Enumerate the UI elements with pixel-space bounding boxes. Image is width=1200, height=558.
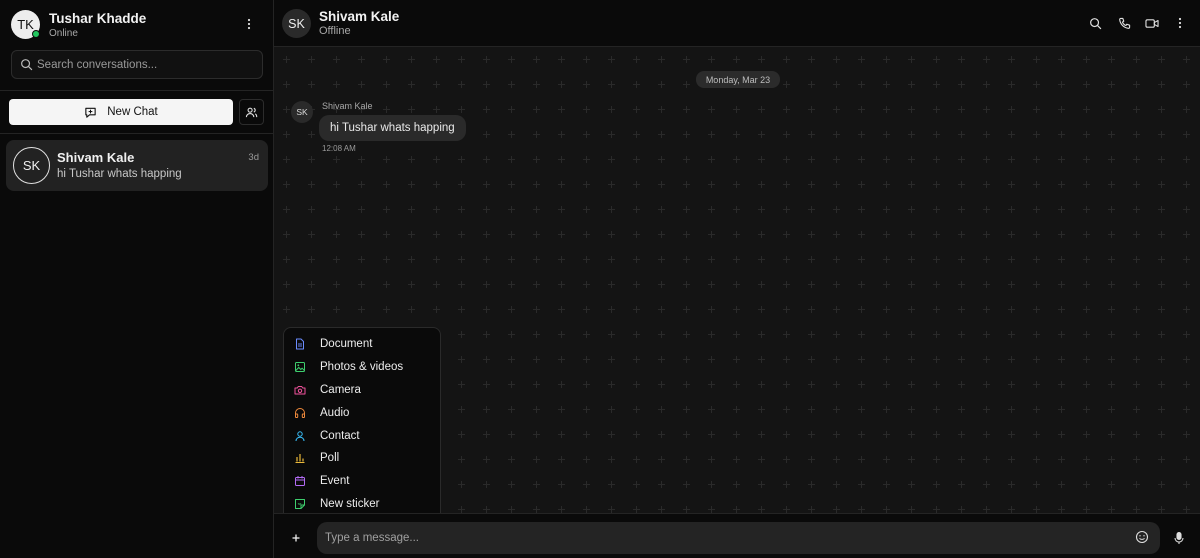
current-user: TK Tushar Khadde Online <box>11 10 263 40</box>
phone-icon <box>1118 17 1130 29</box>
attach-event-label: Event <box>320 475 350 488</box>
message-sender: Shivam Kale <box>322 101 373 111</box>
attach-document-label: Document <box>320 338 373 351</box>
more-vertical-icon <box>1178 17 1182 29</box>
attach-photos-videos-label: Photos & videos <box>320 361 404 374</box>
attach-camera[interactable]: Camera <box>284 379 440 402</box>
attach-audio-label: Audio <box>320 406 350 419</box>
conversation-name: Shivam Kale <box>57 150 135 165</box>
sidebar: TK Tushar Khadde Online New Chat SK Shiv… <box>0 0 274 558</box>
attach-new-sticker-label: New sticker <box>320 497 380 510</box>
emoji-icon[interactable] <box>1135 530 1149 544</box>
message-input[interactable] <box>317 522 1160 554</box>
message-time: 12:08 AM <box>322 144 356 153</box>
contact-status: Offline <box>319 25 351 37</box>
attach-poll[interactable]: Poll <box>284 447 440 470</box>
plus-icon <box>292 534 300 542</box>
image-icon <box>295 362 305 373</box>
new-chat-button[interactable]: New Chat <box>9 99 233 125</box>
attach-audio[interactable]: Audio <box>284 401 440 424</box>
bar-chart-icon <box>295 454 305 464</box>
sidebar-menu-button[interactable] <box>241 16 257 32</box>
voice-call-button[interactable] <box>1116 15 1132 31</box>
attach-document[interactable]: Document <box>284 333 440 356</box>
attachment-menu: Document Photos & videos Camera Audio Co… <box>283 327 441 521</box>
message-composer <box>274 513 1200 558</box>
chat-menu-button[interactable] <box>1172 15 1188 31</box>
video-call-button[interactable] <box>1144 15 1160 31</box>
camera-icon <box>294 385 306 395</box>
message-bubble[interactable]: hi Tushar whats happing <box>319 115 466 141</box>
chat-header: SK Shivam Kale Offline <box>274 0 1200 47</box>
conversation-item[interactable]: SK Shivam Kale 3d hi Tushar whats happin… <box>6 140 268 191</box>
document-icon <box>296 338 304 350</box>
divider <box>0 90 274 91</box>
attach-new-sticker[interactable]: New sticker <box>284 493 440 516</box>
attach-event[interactable]: Event <box>284 470 440 493</box>
attach-photos-videos[interactable]: Photos & videos <box>284 356 440 379</box>
contact-avatar[interactable]: SK <box>282 9 311 38</box>
video-icon <box>1145 18 1159 28</box>
microphone-icon[interactable] <box>1172 531 1186 545</box>
search-input[interactable] <box>37 51 257 78</box>
divider <box>0 133 274 134</box>
users-icon <box>245 107 258 117</box>
new-group-button[interactable] <box>239 99 264 125</box>
search-chat-button[interactable] <box>1087 15 1103 31</box>
conversation-avatar: SK <box>13 147 50 184</box>
current-user-status: Online <box>49 28 78 39</box>
message-avatar: SK <box>291 101 313 123</box>
attach-contact[interactable]: Contact <box>284 424 440 447</box>
sticker-icon <box>295 498 305 509</box>
attach-contact-label: Contact <box>320 429 360 442</box>
new-chat-label: New Chat <box>107 106 158 118</box>
user-icon <box>295 430 305 441</box>
headphones-icon <box>295 407 306 418</box>
search-icon <box>21 59 33 71</box>
current-user-name: Tushar Khadde <box>49 11 147 26</box>
contact-name[interactable]: Shivam Kale <box>319 9 399 24</box>
attach-button[interactable] <box>290 532 302 544</box>
online-indicator <box>32 30 40 38</box>
attach-camera-label: Camera <box>320 383 361 396</box>
message-plus-icon <box>85 107 96 118</box>
conversation-preview: hi Tushar whats happing <box>57 168 182 180</box>
conversation-time: 3d <box>248 152 259 163</box>
search-box <box>11 50 263 79</box>
chat-panel: SK Shivam Kale Offline Monday, Mar 23 SK… <box>274 0 1200 558</box>
more-vertical-icon <box>247 18 251 30</box>
attach-poll-label: Poll <box>320 452 340 465</box>
date-separator: Monday, Mar 23 <box>696 71 780 88</box>
calendar-icon <box>295 476 305 487</box>
search-icon <box>1089 17 1101 29</box>
